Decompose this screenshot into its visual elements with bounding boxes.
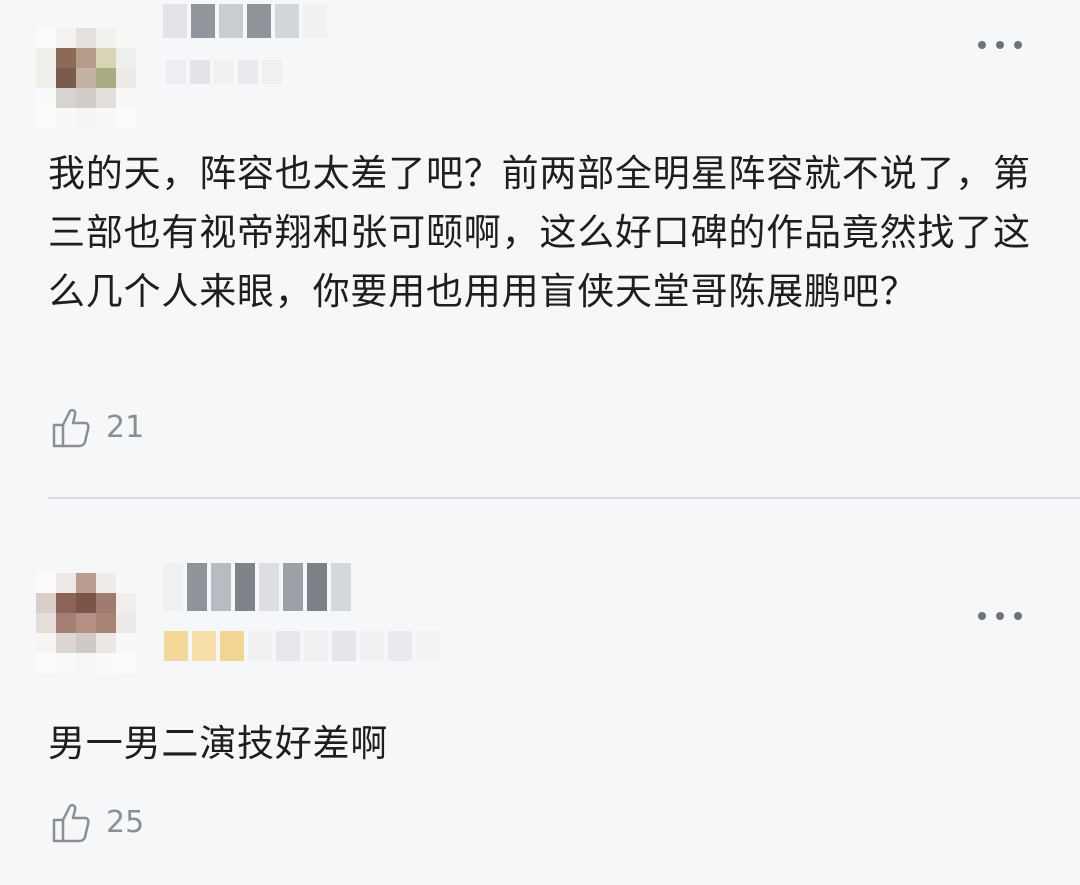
username-blurred[interactable]	[163, 4, 393, 38]
like-button[interactable]: 21	[50, 405, 144, 449]
more-dots-icon[interactable]	[978, 38, 1022, 52]
username-blurred[interactable]	[163, 563, 381, 611]
comment-2: 男一男二演技好差啊 25	[0, 499, 1080, 885]
comment-text: 男一男二演技好差啊	[48, 722, 389, 765]
like-button[interactable]: 25	[50, 800, 144, 844]
comment-text: 我的天，阵容也太差了吧？前两部全明星阵容就不说了，第三部也有视帝翔和张可颐啊，这…	[48, 152, 1031, 313]
like-count: 25	[106, 804, 145, 840]
comment-1: 我的天，阵容也太差了吧？前两部全明星阵容就不说了，第三部也有视帝翔和张可颐啊，这…	[0, 0, 1080, 497]
user-badge-blurred	[164, 631, 480, 661]
avatar[interactable]	[36, 28, 136, 128]
user-meta-blurred	[166, 60, 306, 84]
like-count: 21	[106, 409, 145, 445]
thumbs-up-icon	[52, 408, 90, 448]
thumbs-up-icon	[52, 803, 90, 843]
avatar[interactable]	[36, 573, 136, 673]
more-dots-icon[interactable]	[978, 609, 1022, 623]
